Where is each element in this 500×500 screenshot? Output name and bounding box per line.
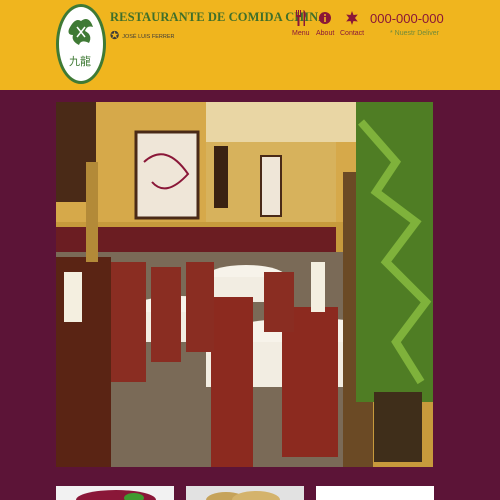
nav-menu[interactable]: Menu [292, 10, 310, 40]
site-header: 九龍 RESTAURANTE DE COMIDA CHINA ✪ JOSÉ LU… [0, 0, 500, 90]
blank-thumbnail[interactable] [316, 486, 434, 500]
owner-line: ✪ JOSÉ LUIS FERRER [110, 31, 174, 42]
nav-contact[interactable]: Contact [340, 10, 364, 40]
phone-number[interactable]: 000-000-000 [370, 11, 444, 26]
svg-text:九龍: 九龍 [69, 54, 91, 68]
nav-menu-label: Menu [292, 30, 310, 37]
food-thumbnail[interactable] [186, 486, 304, 500]
contact-icon [346, 11, 358, 25]
nav-about[interactable]: About [316, 10, 334, 40]
fork-knife-icon [295, 10, 306, 26]
star-icon: ✪ [110, 30, 120, 42]
food-thumbnail[interactable] [56, 486, 174, 500]
info-icon [319, 12, 332, 24]
deliver-link[interactable]: * Nuestr Deliver [390, 30, 439, 37]
dragon-logo[interactable]: 九龍 [56, 4, 106, 84]
nav-about-label: About [316, 30, 335, 37]
restaurant-dining-room-photo [56, 102, 433, 467]
owner-name: JOSÉ LUIS FERRER [122, 33, 175, 40]
nav-contact-label: Contact [340, 30, 365, 37]
